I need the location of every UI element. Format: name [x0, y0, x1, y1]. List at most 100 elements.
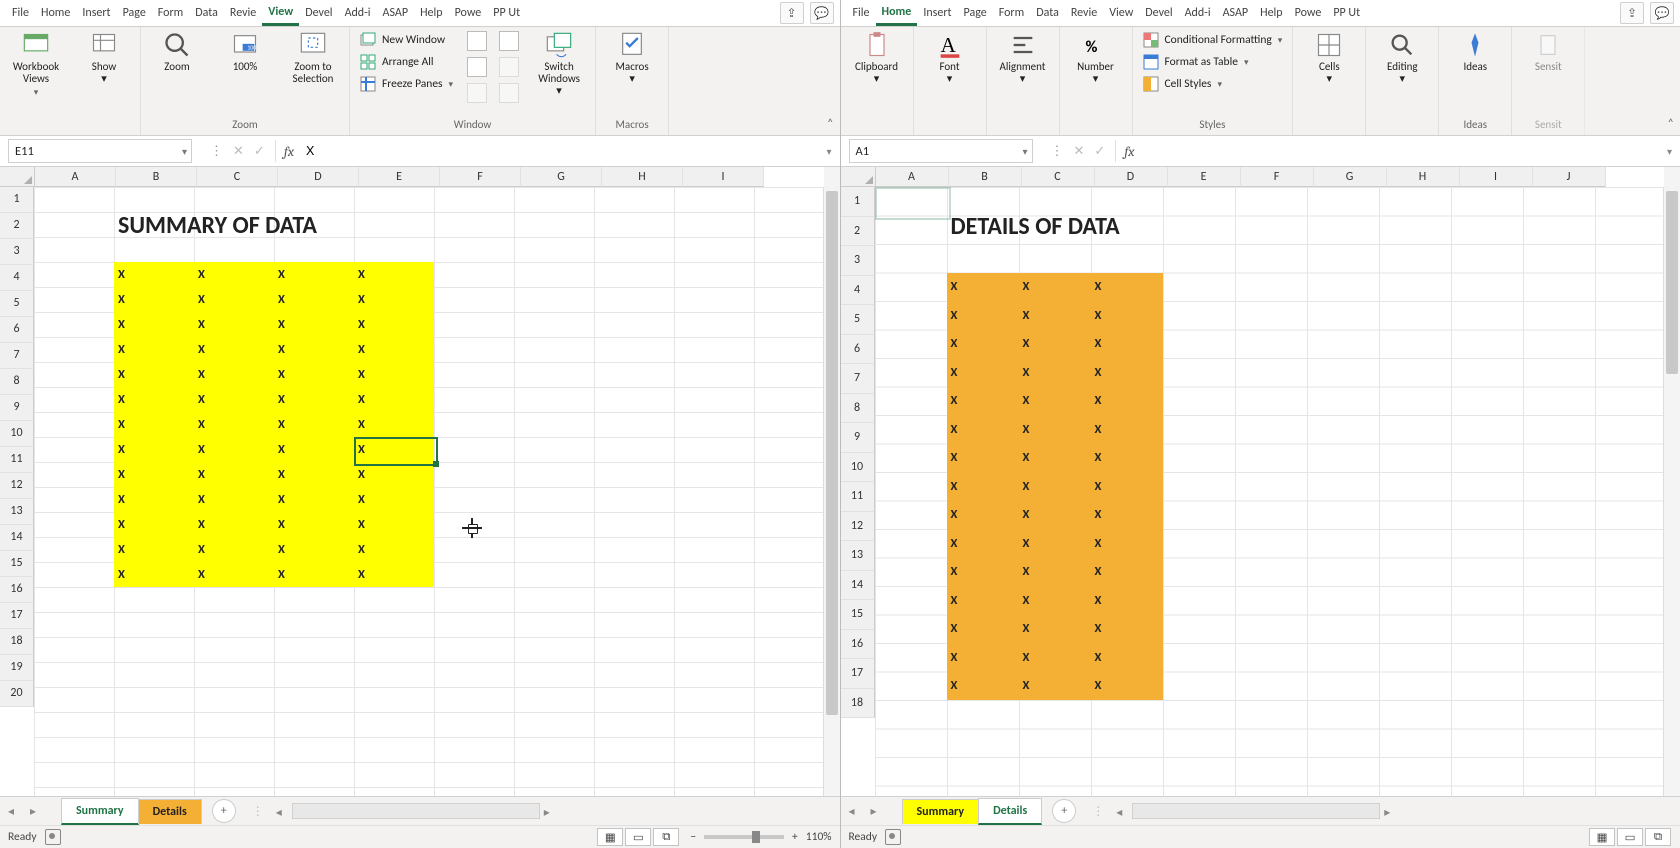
ribbon-tab-form[interactable]: Form: [152, 2, 189, 24]
cell-C8[interactable]: X: [194, 362, 282, 387]
ideas-button[interactable]: Ideas: [1447, 31, 1503, 73]
sheet-tab-summary[interactable]: Summary: [902, 799, 980, 824]
col-header-H[interactable]: H: [602, 167, 683, 187]
name-box[interactable]: A1▾: [849, 139, 1033, 163]
cell-E9[interactable]: X: [354, 387, 442, 412]
col-header-H[interactable]: H: [1387, 167, 1460, 187]
sheet-tab-details[interactable]: Details: [978, 798, 1042, 825]
cell-C16[interactable]: X: [1019, 615, 1099, 644]
col-header-C[interactable]: C: [1022, 167, 1095, 187]
formula-input[interactable]: [1143, 140, 1659, 162]
switch-windows-button[interactable]: Switch Windows▾: [531, 31, 587, 97]
row-header-2[interactable]: 2: [841, 217, 875, 247]
ribbon-tab-page[interactable]: Page: [117, 2, 152, 24]
col-header-F[interactable]: F: [1241, 167, 1314, 187]
cell-D6[interactable]: X: [274, 312, 362, 337]
cell-E12[interactable]: X: [354, 462, 442, 487]
workbook-views-button[interactable]: Workbook Views ▾: [8, 31, 64, 98]
share-button[interactable]: ⇪: [780, 2, 804, 24]
row-header-7[interactable]: 7: [841, 364, 875, 394]
row-header-11[interactable]: 11: [841, 482, 875, 512]
cell-D4[interactable]: X: [1091, 273, 1171, 302]
ribbon-tab-data[interactable]: Data: [1030, 2, 1065, 24]
cell-C10[interactable]: X: [194, 412, 282, 437]
macros-button[interactable]: Macros▾: [604, 31, 660, 85]
freeze-panes-button[interactable]: Freeze Panes ▾: [358, 75, 455, 93]
row-header-6[interactable]: 6: [0, 317, 34, 343]
cells-button[interactable]: Cells▾: [1301, 31, 1357, 85]
row-header-7[interactable]: 7: [0, 343, 34, 369]
select-all-corner[interactable]: [0, 167, 35, 187]
cell-B7[interactable]: X: [947, 358, 1027, 387]
editing-button[interactable]: Editing▾: [1374, 31, 1430, 85]
row-header-4[interactable]: 4: [0, 265, 34, 291]
new-window-button[interactable]: New Window: [358, 31, 455, 49]
ribbon-tab-data[interactable]: Data: [189, 2, 224, 24]
cell-B10[interactable]: X: [114, 412, 202, 437]
font-button[interactable]: AFont▾: [922, 31, 978, 85]
sheet-nav-prev[interactable]: ◂: [841, 804, 863, 819]
col-header-D[interactable]: D: [1095, 167, 1168, 187]
ribbon-tab-devel[interactable]: Devel: [299, 2, 338, 24]
row-header-4[interactable]: 4: [841, 276, 875, 306]
row-header-13[interactable]: 13: [0, 499, 34, 525]
cell-B18[interactable]: X: [947, 672, 1027, 701]
cell-C6[interactable]: X: [1019, 330, 1099, 359]
add-sheet-button[interactable]: +: [212, 799, 236, 823]
cell-B5[interactable]: X: [947, 301, 1027, 330]
cell-C16[interactable]: X: [194, 562, 282, 587]
cell-B16[interactable]: X: [114, 562, 202, 587]
col-header-E[interactable]: E: [359, 167, 440, 187]
ribbon-tab-asap[interactable]: ASAP: [377, 2, 415, 24]
col-header-C[interactable]: C: [197, 167, 278, 187]
cell-B10[interactable]: X: [947, 444, 1027, 473]
ribbon-tab-file[interactable]: File: [847, 2, 876, 24]
cell-C13[interactable]: X: [194, 487, 282, 512]
sheet-nav-next[interactable]: ▸: [22, 804, 44, 819]
ribbon-tab-insert[interactable]: Insert: [917, 2, 957, 24]
cell-D7[interactable]: X: [1091, 358, 1171, 387]
sheet-tab-summary[interactable]: Summary: [61, 798, 139, 825]
ribbon-tab-add-i[interactable]: Add-i: [339, 2, 377, 24]
row-header-14[interactable]: 14: [841, 571, 875, 601]
cell-B12[interactable]: X: [114, 462, 202, 487]
formula-expand-button[interactable]: ▾: [1659, 145, 1680, 158]
row-header-11[interactable]: 11: [0, 447, 34, 473]
row-header-3[interactable]: 3: [841, 246, 875, 276]
handle-icon[interactable]: ⋮: [210, 144, 223, 159]
zoom-level[interactable]: 110%: [806, 830, 832, 844]
cell-C10[interactable]: X: [1019, 444, 1099, 473]
cell-B17[interactable]: X: [947, 643, 1027, 672]
comments-button[interactable]: 💬: [810, 2, 834, 24]
cell-B9[interactable]: X: [947, 415, 1027, 444]
cell-E14[interactable]: X: [354, 512, 442, 537]
row-header-19[interactable]: 19: [0, 655, 34, 681]
cell-B7[interactable]: X: [114, 337, 202, 362]
cell-C12[interactable]: X: [194, 462, 282, 487]
cell-B12[interactable]: X: [947, 501, 1027, 530]
cell-B15[interactable]: X: [114, 537, 202, 562]
ribbon-tab-insert[interactable]: Insert: [76, 2, 116, 24]
zoom-to-selection-button[interactable]: Zoom to Selection: [285, 31, 341, 85]
handle-icon[interactable]: ⋮: [1051, 144, 1064, 159]
number-button[interactable]: %Number▾: [1068, 31, 1124, 85]
col-header-D[interactable]: D: [278, 167, 359, 187]
cell-D11[interactable]: X: [1091, 472, 1171, 501]
col-header-G[interactable]: G: [1314, 167, 1387, 187]
cell-C7[interactable]: X: [194, 337, 282, 362]
row-header-14[interactable]: 14: [0, 525, 34, 551]
share-button[interactable]: ⇪: [1620, 2, 1644, 24]
cell-D10[interactable]: X: [1091, 444, 1171, 473]
cell-D4[interactable]: X: [274, 262, 362, 287]
cell-D7[interactable]: X: [274, 337, 362, 362]
cell-E8[interactable]: X: [354, 362, 442, 387]
cell-B8[interactable]: X: [947, 387, 1027, 416]
cell-E6[interactable]: X: [354, 312, 442, 337]
cell-C14[interactable]: X: [194, 512, 282, 537]
row-header-9[interactable]: 9: [841, 423, 875, 453]
select-all-corner[interactable]: [841, 167, 876, 187]
row-header-6[interactable]: 6: [841, 335, 875, 365]
col-header-E[interactable]: E: [1168, 167, 1241, 187]
cell-E4[interactable]: X: [354, 262, 442, 287]
ribbon-tab-asap[interactable]: ASAP: [1217, 2, 1255, 24]
